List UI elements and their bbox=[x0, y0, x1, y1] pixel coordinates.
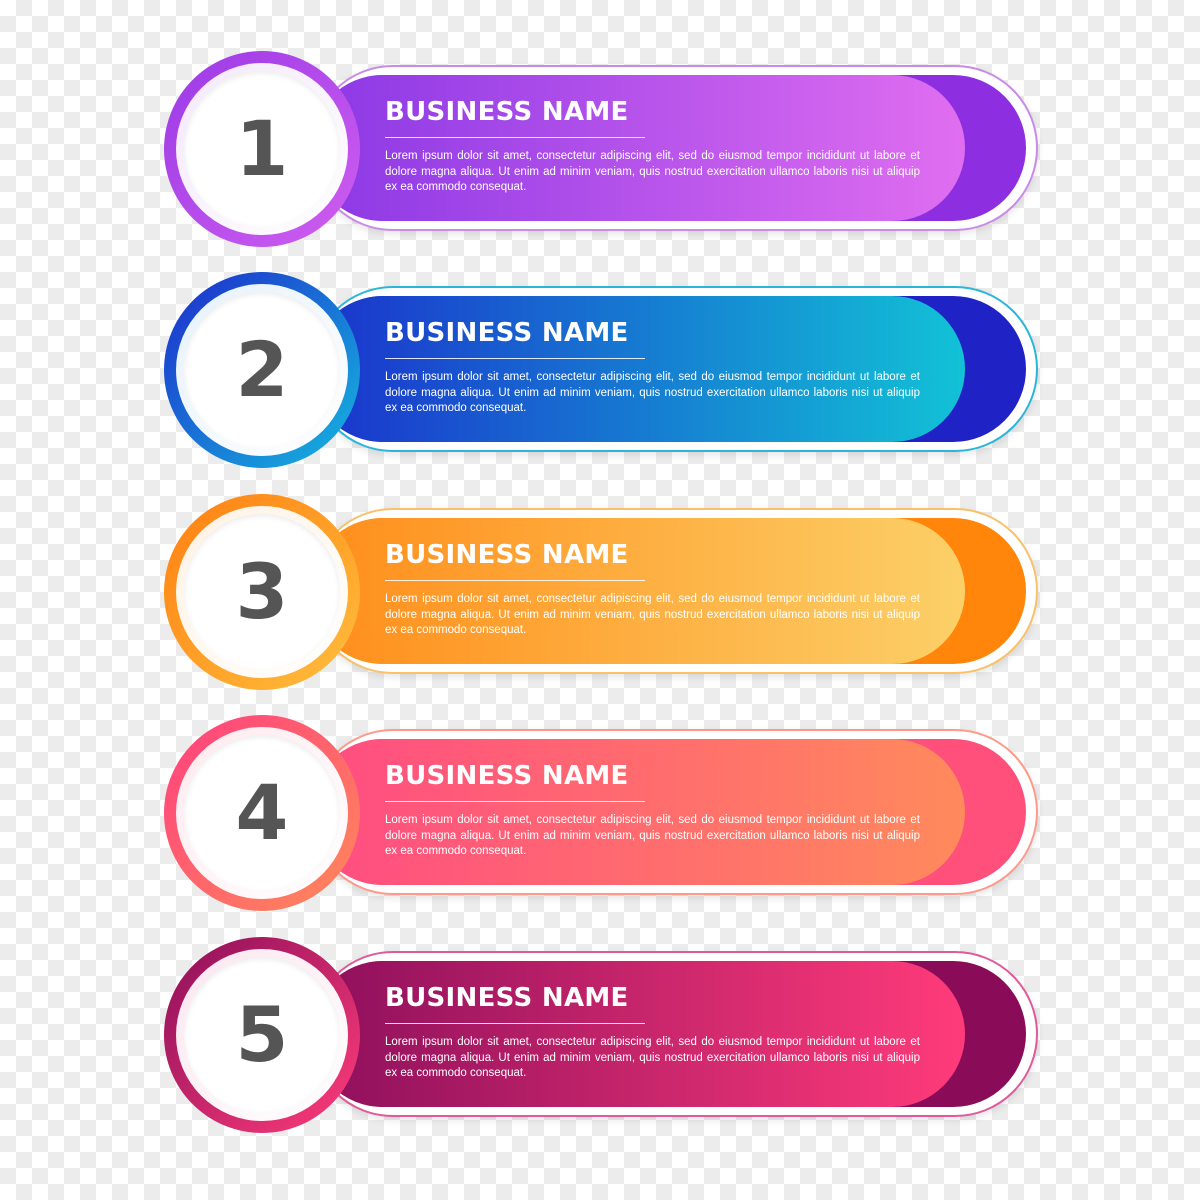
title-divider bbox=[385, 137, 645, 138]
step-number: 4 bbox=[235, 768, 289, 857]
step-item-5: 5 BUSINESS NAME Lorem ipsum dolor sit am… bbox=[160, 935, 1040, 1135]
step-item-3: 3 BUSINESS NAME Lorem ipsum dolor sit am… bbox=[160, 492, 1040, 692]
step-title: BUSINESS NAME bbox=[385, 540, 629, 570]
title-divider bbox=[385, 358, 645, 359]
step-item-2: 2 BUSINESS NAME Lorem ipsum dolor sit am… bbox=[160, 270, 1040, 470]
step-description: Lorem ipsum dolor sit amet, consectetur … bbox=[385, 371, 920, 414]
number-badge-face: 1 bbox=[184, 71, 340, 227]
step-description: Lorem ipsum dolor sit amet, consectetur … bbox=[385, 1036, 920, 1079]
step-number: 1 bbox=[235, 104, 289, 193]
number-badge-face: 3 bbox=[184, 514, 340, 670]
number-badge-face: 4 bbox=[184, 735, 340, 891]
step-title: BUSINESS NAME bbox=[385, 318, 629, 348]
number-badge-face: 2 bbox=[184, 292, 340, 448]
step-title: BUSINESS NAME bbox=[385, 983, 629, 1013]
step-title: BUSINESS NAME bbox=[385, 97, 629, 127]
step-number: 2 bbox=[235, 325, 289, 414]
step-item-1: 1 BUSINESS NAME Lorem ipsum dolor sit am… bbox=[160, 49, 1040, 249]
step-title: BUSINESS NAME bbox=[385, 761, 629, 791]
step-item-4: 4 BUSINESS NAME Lorem ipsum dolor sit am… bbox=[160, 713, 1040, 913]
number-badge-face: 5 bbox=[184, 957, 340, 1113]
step-number: 3 bbox=[235, 547, 289, 636]
title-divider bbox=[385, 1023, 645, 1024]
step-description: Lorem ipsum dolor sit amet, consectetur … bbox=[385, 593, 920, 636]
title-divider bbox=[385, 801, 645, 802]
step-description: Lorem ipsum dolor sit amet, consectetur … bbox=[385, 814, 920, 857]
step-number: 5 bbox=[235, 990, 289, 1079]
title-divider bbox=[385, 580, 645, 581]
step-description: Lorem ipsum dolor sit amet, consectetur … bbox=[385, 150, 920, 193]
